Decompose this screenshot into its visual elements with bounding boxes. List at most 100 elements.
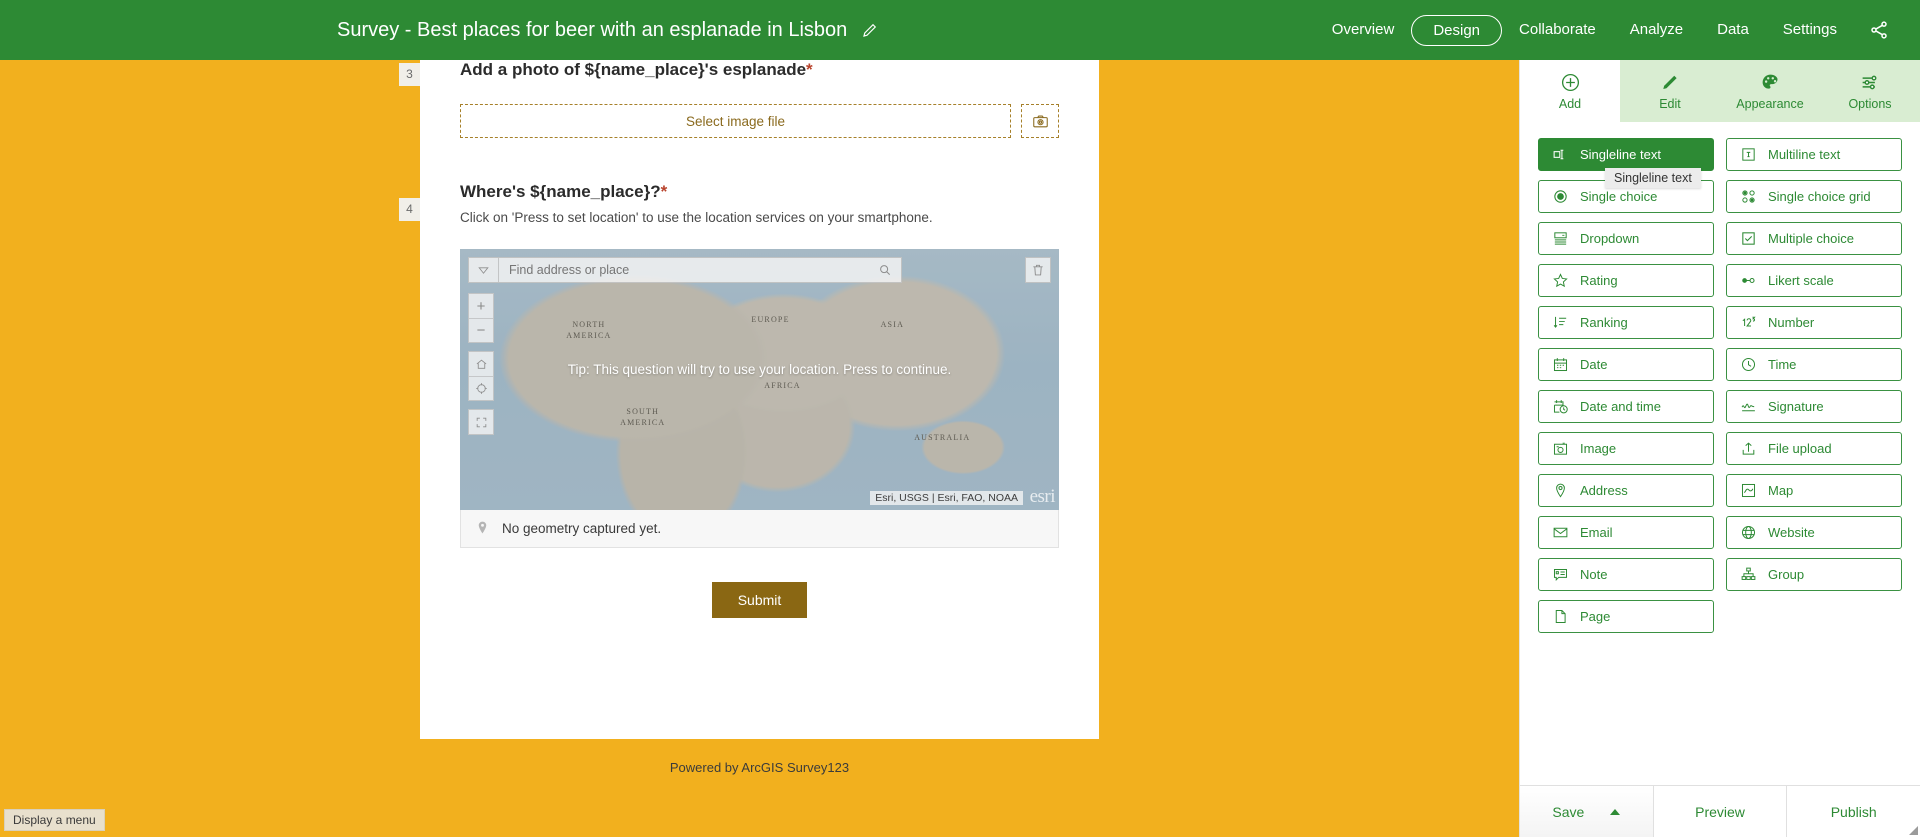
map-widget[interactable]: NORTH AMERICA SOUTH AMERICA EUROPE AFRICA …	[460, 249, 1059, 510]
map-search-input[interactable]	[499, 263, 869, 277]
question-type-likert-scale[interactable]: Likert scale	[1726, 264, 1902, 297]
question-type-multiple-choice[interactable]: Multiple choice	[1726, 222, 1902, 255]
question-type-dropdown[interactable]: Dropdown	[1538, 222, 1714, 255]
calendar-clock-icon	[1551, 398, 1569, 416]
question-type-file-upload[interactable]: File upload	[1726, 432, 1902, 465]
designer-panel: Add Edit Appearance Options Singleline t…	[1519, 60, 1920, 837]
clock-icon	[1739, 356, 1757, 374]
question-type-label: Multiline text	[1768, 147, 1841, 162]
nav-item-settings[interactable]: Settings	[1766, 0, 1854, 60]
tab-edit-label: Edit	[1659, 97, 1681, 111]
esri-logo: esri	[1029, 486, 1056, 507]
question-block-location[interactable]: Where's ${name_place}?* Click on 'Press …	[420, 138, 1099, 618]
question-type-label: File upload	[1768, 441, 1832, 456]
question-type-label: Ranking	[1580, 315, 1628, 330]
geometry-status-text: No geometry captured yet.	[502, 521, 662, 536]
resize-grip[interactable]	[1909, 826, 1918, 835]
radio-icon	[1551, 188, 1569, 206]
singleline-text-icon	[1551, 146, 1569, 164]
geometry-status-bar: No geometry captured yet.	[460, 510, 1059, 548]
nav-item-analyze[interactable]: Analyze	[1613, 0, 1700, 60]
question-type-label: Page	[1580, 609, 1611, 624]
question-type-date[interactable]: Date	[1538, 348, 1714, 381]
question-type-multiline-text[interactable]: Multiline text	[1726, 138, 1902, 171]
save-button[interactable]: Save	[1520, 786, 1654, 837]
page-icon	[1551, 608, 1569, 626]
publish-button[interactable]: Publish	[1787, 786, 1920, 837]
submit-row: Submit	[460, 548, 1059, 618]
search-icon[interactable]	[869, 258, 901, 282]
trash-icon[interactable]	[1025, 257, 1051, 283]
question-type-label: Date and time	[1580, 399, 1661, 414]
tab-appearance[interactable]: Appearance	[1720, 60, 1820, 122]
question-type-label: Dropdown	[1580, 231, 1640, 246]
question-type-website[interactable]: Website	[1726, 516, 1902, 549]
question-type-label: Group	[1768, 567, 1805, 582]
survey-form-card: Add a photo of ${name_place}'s esplanade…	[420, 60, 1099, 739]
app-header: Survey - Best places for beer with an es…	[0, 0, 1920, 60]
submit-button[interactable]: Submit	[711, 582, 808, 618]
camera-icon[interactable]	[1021, 104, 1059, 138]
question-type-page[interactable]: Page	[1538, 600, 1714, 633]
address-pin-icon	[1551, 482, 1569, 500]
chevron-down-icon[interactable]	[469, 258, 499, 282]
question-type-note[interactable]: Note	[1538, 558, 1714, 591]
pencil-icon[interactable]	[861, 21, 879, 39]
question-type-time[interactable]: Time	[1726, 348, 1902, 381]
share-icon[interactable]	[1868, 19, 1890, 41]
zoom-in-button[interactable]: +	[469, 294, 493, 318]
sliders-icon	[1860, 71, 1881, 93]
panel-tab-bar: Add Edit Appearance Options	[1520, 60, 1920, 122]
nav-item-data[interactable]: Data	[1700, 0, 1766, 60]
question-type-label: Address	[1580, 483, 1628, 498]
question-type-label: Image	[1580, 441, 1617, 456]
question-type-address[interactable]: Address	[1538, 474, 1714, 507]
pin-icon	[475, 520, 490, 538]
zoom-out-button[interactable]: −	[469, 318, 493, 342]
map-search-bar[interactable]	[468, 257, 902, 283]
group-icon	[1739, 566, 1757, 584]
signature-icon	[1739, 398, 1757, 416]
tab-add-label: Add	[1558, 97, 1582, 111]
upload-icon	[1739, 440, 1757, 458]
question-title-location: Where's ${name_place}?*	[460, 182, 1059, 202]
image-picker-row: Select image file	[460, 104, 1059, 138]
question-type-number[interactable]: Number	[1726, 306, 1902, 339]
question-type-label: Map	[1768, 483, 1794, 498]
question-title-photo: Add a photo of ${name_place}'s esplanade…	[460, 60, 1059, 80]
question-type-date-and-time[interactable]: Date and time	[1538, 390, 1714, 423]
preview-button[interactable]: Preview	[1654, 786, 1788, 837]
multiline-text-icon	[1739, 146, 1757, 164]
question-type-label: Multiple choice	[1768, 231, 1854, 246]
caret-up-icon[interactable]	[1610, 808, 1621, 815]
question-type-single-choice-grid[interactable]: Single choice grid	[1726, 180, 1902, 213]
tab-add[interactable]: Add	[1520, 60, 1620, 122]
question-type-email[interactable]: Email	[1538, 516, 1714, 549]
note-icon	[1551, 566, 1569, 584]
question-type-label: Note	[1580, 567, 1608, 582]
nav-item-overview[interactable]: Overview	[1315, 0, 1412, 60]
question-type-map[interactable]: Map	[1726, 474, 1902, 507]
select-image-file-button[interactable]: Select image file	[460, 104, 1011, 138]
question-type-label: Single choice grid	[1768, 189, 1871, 204]
question-type-image[interactable]: Image	[1538, 432, 1714, 465]
locate-icon[interactable]	[469, 376, 493, 400]
nav-item-collaborate[interactable]: Collaborate	[1502, 0, 1613, 60]
pencil-icon	[1660, 71, 1681, 93]
question-block-photo[interactable]: Add a photo of ${name_place}'s esplanade…	[420, 60, 1099, 138]
nav-item-design[interactable]: Design	[1411, 14, 1503, 46]
tab-appearance-label: Appearance	[1736, 97, 1804, 111]
question-type-group[interactable]: Group	[1726, 558, 1902, 591]
map-attribution: Esri, USGS | Esri, FAO, NOAA	[870, 491, 1023, 505]
question-type-singleline-text[interactable]: Singleline text	[1538, 138, 1714, 171]
tab-options[interactable]: Options	[1820, 60, 1920, 122]
main-nav: Overview Design Collaborate Analyze Data…	[1315, 0, 1890, 60]
fullscreen-control-group	[468, 409, 494, 435]
question-type-label: Email	[1580, 525, 1613, 540]
tab-edit[interactable]: Edit	[1620, 60, 1720, 122]
fullscreen-icon[interactable]	[469, 410, 493, 434]
likert-icon	[1739, 272, 1757, 290]
question-type-ranking[interactable]: Ranking	[1538, 306, 1714, 339]
question-type-signature[interactable]: Signature	[1726, 390, 1902, 423]
question-type-rating[interactable]: Rating	[1538, 264, 1714, 297]
